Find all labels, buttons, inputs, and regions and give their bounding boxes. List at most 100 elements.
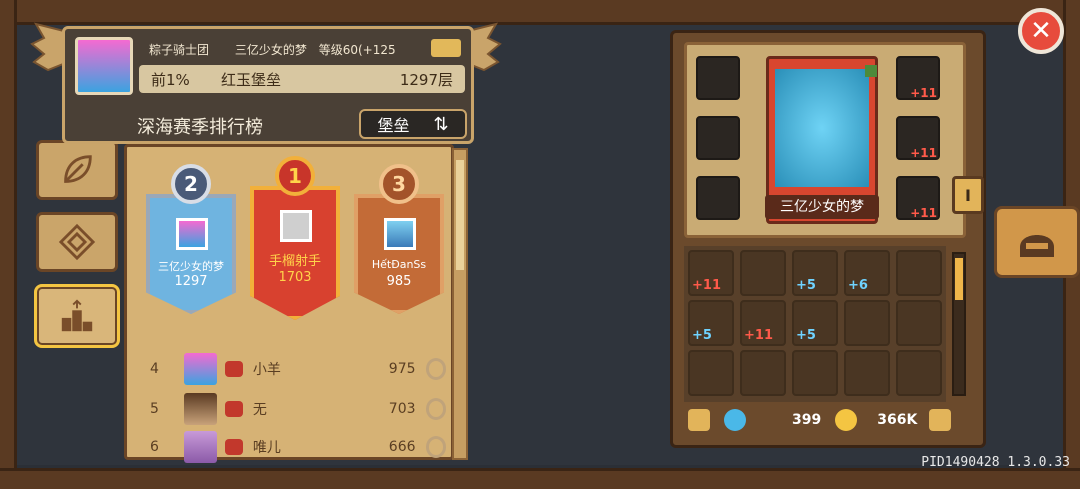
guild-name: 粽子骑士团 (149, 43, 210, 57)
helmet-icon (1020, 235, 1054, 257)
item-plus: +11 (744, 328, 773, 343)
row-name: 唯儿 (252, 440, 281, 456)
coin-icon (835, 409, 858, 431)
inventory-item[interactable]: +5 (792, 300, 838, 346)
frame-left (0, 0, 17, 486)
row-avatar (184, 431, 217, 463)
player-rank-bar: 前1% 红玉堡垒 1297层 (139, 65, 465, 93)
ranking-scrollbar[interactable] (452, 148, 468, 460)
inventory-scroll-thumb[interactable] (955, 258, 963, 300)
podium-score: 985 (386, 274, 412, 289)
inventory-empty-slot[interactable] (896, 250, 942, 296)
mode-switch-button[interactable]: 堡垒 ⇅ (359, 109, 467, 139)
podium-name: 手榴射手 (268, 254, 321, 269)
hero-level-badge (865, 65, 877, 77)
inventory-empty-slot[interactable] (844, 300, 890, 346)
crab-icon (224, 401, 243, 417)
sidebar-tab-leaf[interactable] (36, 140, 118, 200)
equip-slot-locked[interactable] (696, 116, 740, 160)
frame-top (0, 0, 1080, 25)
row-name: 无 (252, 402, 267, 418)
item-plus: +5 (796, 328, 816, 343)
crab-icon (224, 361, 243, 377)
podium-avatar (384, 218, 416, 250)
row-score: 703 (388, 401, 416, 417)
player-level: 等级60(+125 (318, 43, 396, 57)
mode-label: 堡垒 (377, 116, 410, 135)
sidebar-tab-diamond[interactable] (36, 212, 118, 272)
leaderboard-title: 深海赛季排行榜 (137, 117, 263, 138)
player-name: 三亿少女的梦 (234, 43, 307, 57)
row-rank: 5 (150, 401, 159, 417)
inventory-empty-slot[interactable] (896, 350, 942, 396)
inventory-item[interactable] (740, 250, 786, 296)
player-header-card: 粽子骑士团 三亿少女的梦 等级60(+125 前1% 红玉堡垒 1297层 深海… (62, 26, 474, 144)
ranking-row[interactable]: 4 小羊 975 (136, 352, 446, 386)
inspect-icon[interactable] (425, 398, 446, 420)
gem-icon (724, 409, 746, 431)
inventory-empty-slot[interactable] (688, 350, 734, 396)
ranking-row[interactable]: 6 唯儿 666 (136, 430, 446, 464)
inventory-item[interactable]: +6 (844, 250, 890, 296)
inventory-item[interactable]: +11 (688, 250, 734, 296)
player-avatar[interactable] (75, 37, 133, 95)
player-info-line: 粽子骑士团 三亿少女的梦 等级60(+125 (149, 41, 418, 58)
floor-count: 1297层 (399, 70, 453, 89)
equip-slot-armor[interactable]: +11 (896, 116, 940, 160)
inventory-item[interactable]: +5 (688, 300, 734, 346)
hero-card[interactable]: 三亿少女的梦 (765, 56, 879, 224)
podium-avatar (176, 218, 208, 250)
podium-name: 三亿少女的梦 (158, 260, 224, 273)
banner-body (146, 194, 236, 314)
leaf-icon (64, 155, 92, 183)
inventory-scrollbar[interactable] (952, 252, 966, 396)
banner-body (354, 194, 444, 314)
medal-silver-icon: 2 (171, 164, 211, 204)
helmet-tab-button[interactable] (994, 206, 1080, 278)
hero-tab-button[interactable]: I (952, 176, 984, 214)
inspect-icon[interactable] (425, 436, 446, 458)
crab-icon (224, 439, 243, 455)
inventory-empty-slot[interactable] (844, 350, 890, 396)
podium-name: HếtĐanSs (371, 258, 427, 271)
lock-icon[interactable] (688, 409, 710, 431)
castle-name: 红玉堡垒 (221, 70, 282, 89)
row-score: 975 (388, 361, 416, 377)
podium-score: 1703 (278, 270, 312, 285)
rank-percent: 前1% (151, 70, 190, 89)
row-avatar (184, 353, 217, 385)
sidebar-tab-podium[interactable] (34, 284, 120, 348)
podium-score: 1297 (174, 274, 208, 289)
inventory-item[interactable]: +11 (740, 300, 786, 346)
inventory-empty-slot[interactable] (740, 350, 786, 396)
close-button[interactable]: ✕ (1018, 8, 1064, 54)
equip-slot-locked[interactable] (696, 176, 740, 220)
badge-icon (431, 39, 461, 57)
row-score: 666 (388, 439, 416, 455)
equip-level: +11 (910, 146, 937, 160)
equip-level: +11 (910, 206, 937, 220)
inventory-empty-slot[interactable] (792, 350, 838, 396)
ranking-row[interactable]: 5 无 703 (136, 392, 446, 426)
inspect-icon[interactable] (425, 358, 446, 380)
equip-level: +11 (910, 86, 937, 100)
row-rank: 6 (150, 439, 159, 455)
diamond-icon (58, 223, 96, 261)
resource-bar: 399 366K (684, 404, 966, 436)
inventory-empty-slot[interactable] (896, 300, 942, 346)
ranking-scroll-thumb[interactable] (456, 160, 464, 270)
equip-slot-locked[interactable] (696, 56, 740, 100)
equip-slot-helmet[interactable]: +11 (896, 56, 940, 100)
inventory-item[interactable]: +5 (792, 250, 838, 296)
grid-menu-icon[interactable] (929, 409, 952, 431)
close-icon: ✕ (1030, 16, 1052, 46)
coin-count: 366K (877, 412, 918, 428)
row-avatar (184, 393, 217, 425)
medal-bronze-icon: 3 (379, 164, 419, 204)
hero-portrait (775, 69, 869, 187)
equip-slot-weapon[interactable]: +11 (896, 176, 940, 220)
item-plus: +5 (692, 328, 712, 343)
item-plus: +5 (796, 278, 816, 293)
podium-icon (61, 299, 93, 332)
row-name: 小羊 (252, 362, 281, 378)
